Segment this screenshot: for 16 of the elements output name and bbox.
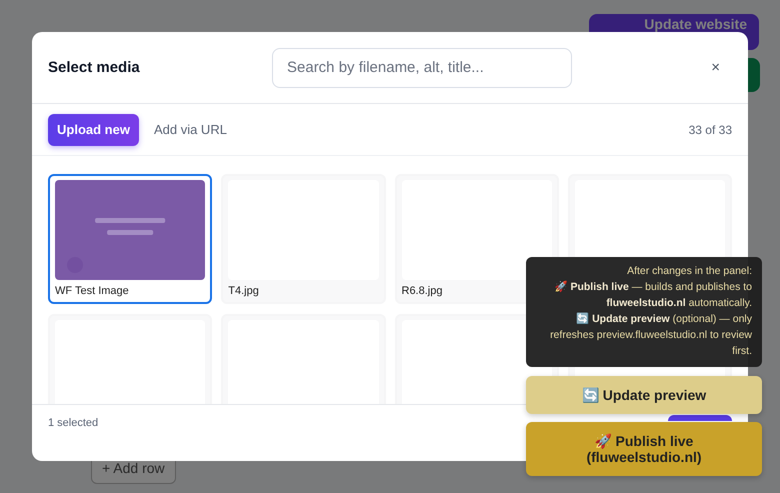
- close-button[interactable]: ×: [707, 57, 724, 78]
- media-label: WF Test Image: [55, 285, 130, 297]
- selection-count: 1 selected: [48, 417, 98, 429]
- confirm-button[interactable]: [668, 415, 732, 421]
- help-tooltip: After changes in the panel: 🚀 Publish live — builds and publishes to fluweelstudio.nl automatically. 🔄 Update preview (optional) — only refreshes preview.fluweelstudio.nl to review first.: [526, 257, 762, 367]
- media-label: R6.8.jpg: [402, 285, 444, 297]
- media-card[interactable]: WF Test Image: [48, 174, 212, 304]
- media-label: T4.jpg: [228, 285, 260, 297]
- upload-button[interactable]: Upload new: [48, 114, 139, 146]
- media-card[interactable]: T4.jpg: [221, 174, 386, 304]
- update-preview-button[interactable]: 🔄 Update preview: [526, 376, 762, 414]
- dialog-title: Select media: [48, 59, 141, 76]
- item-count: 33 of 33: [688, 122, 732, 136]
- search-field[interactable]: Search by filename, alt, title...: [272, 48, 572, 88]
- add-url-link[interactable]: Add via URL: [154, 122, 227, 137]
- publish-live-button[interactable]: 🚀 Publish live (fluweelstudio.nl): [526, 422, 762, 476]
